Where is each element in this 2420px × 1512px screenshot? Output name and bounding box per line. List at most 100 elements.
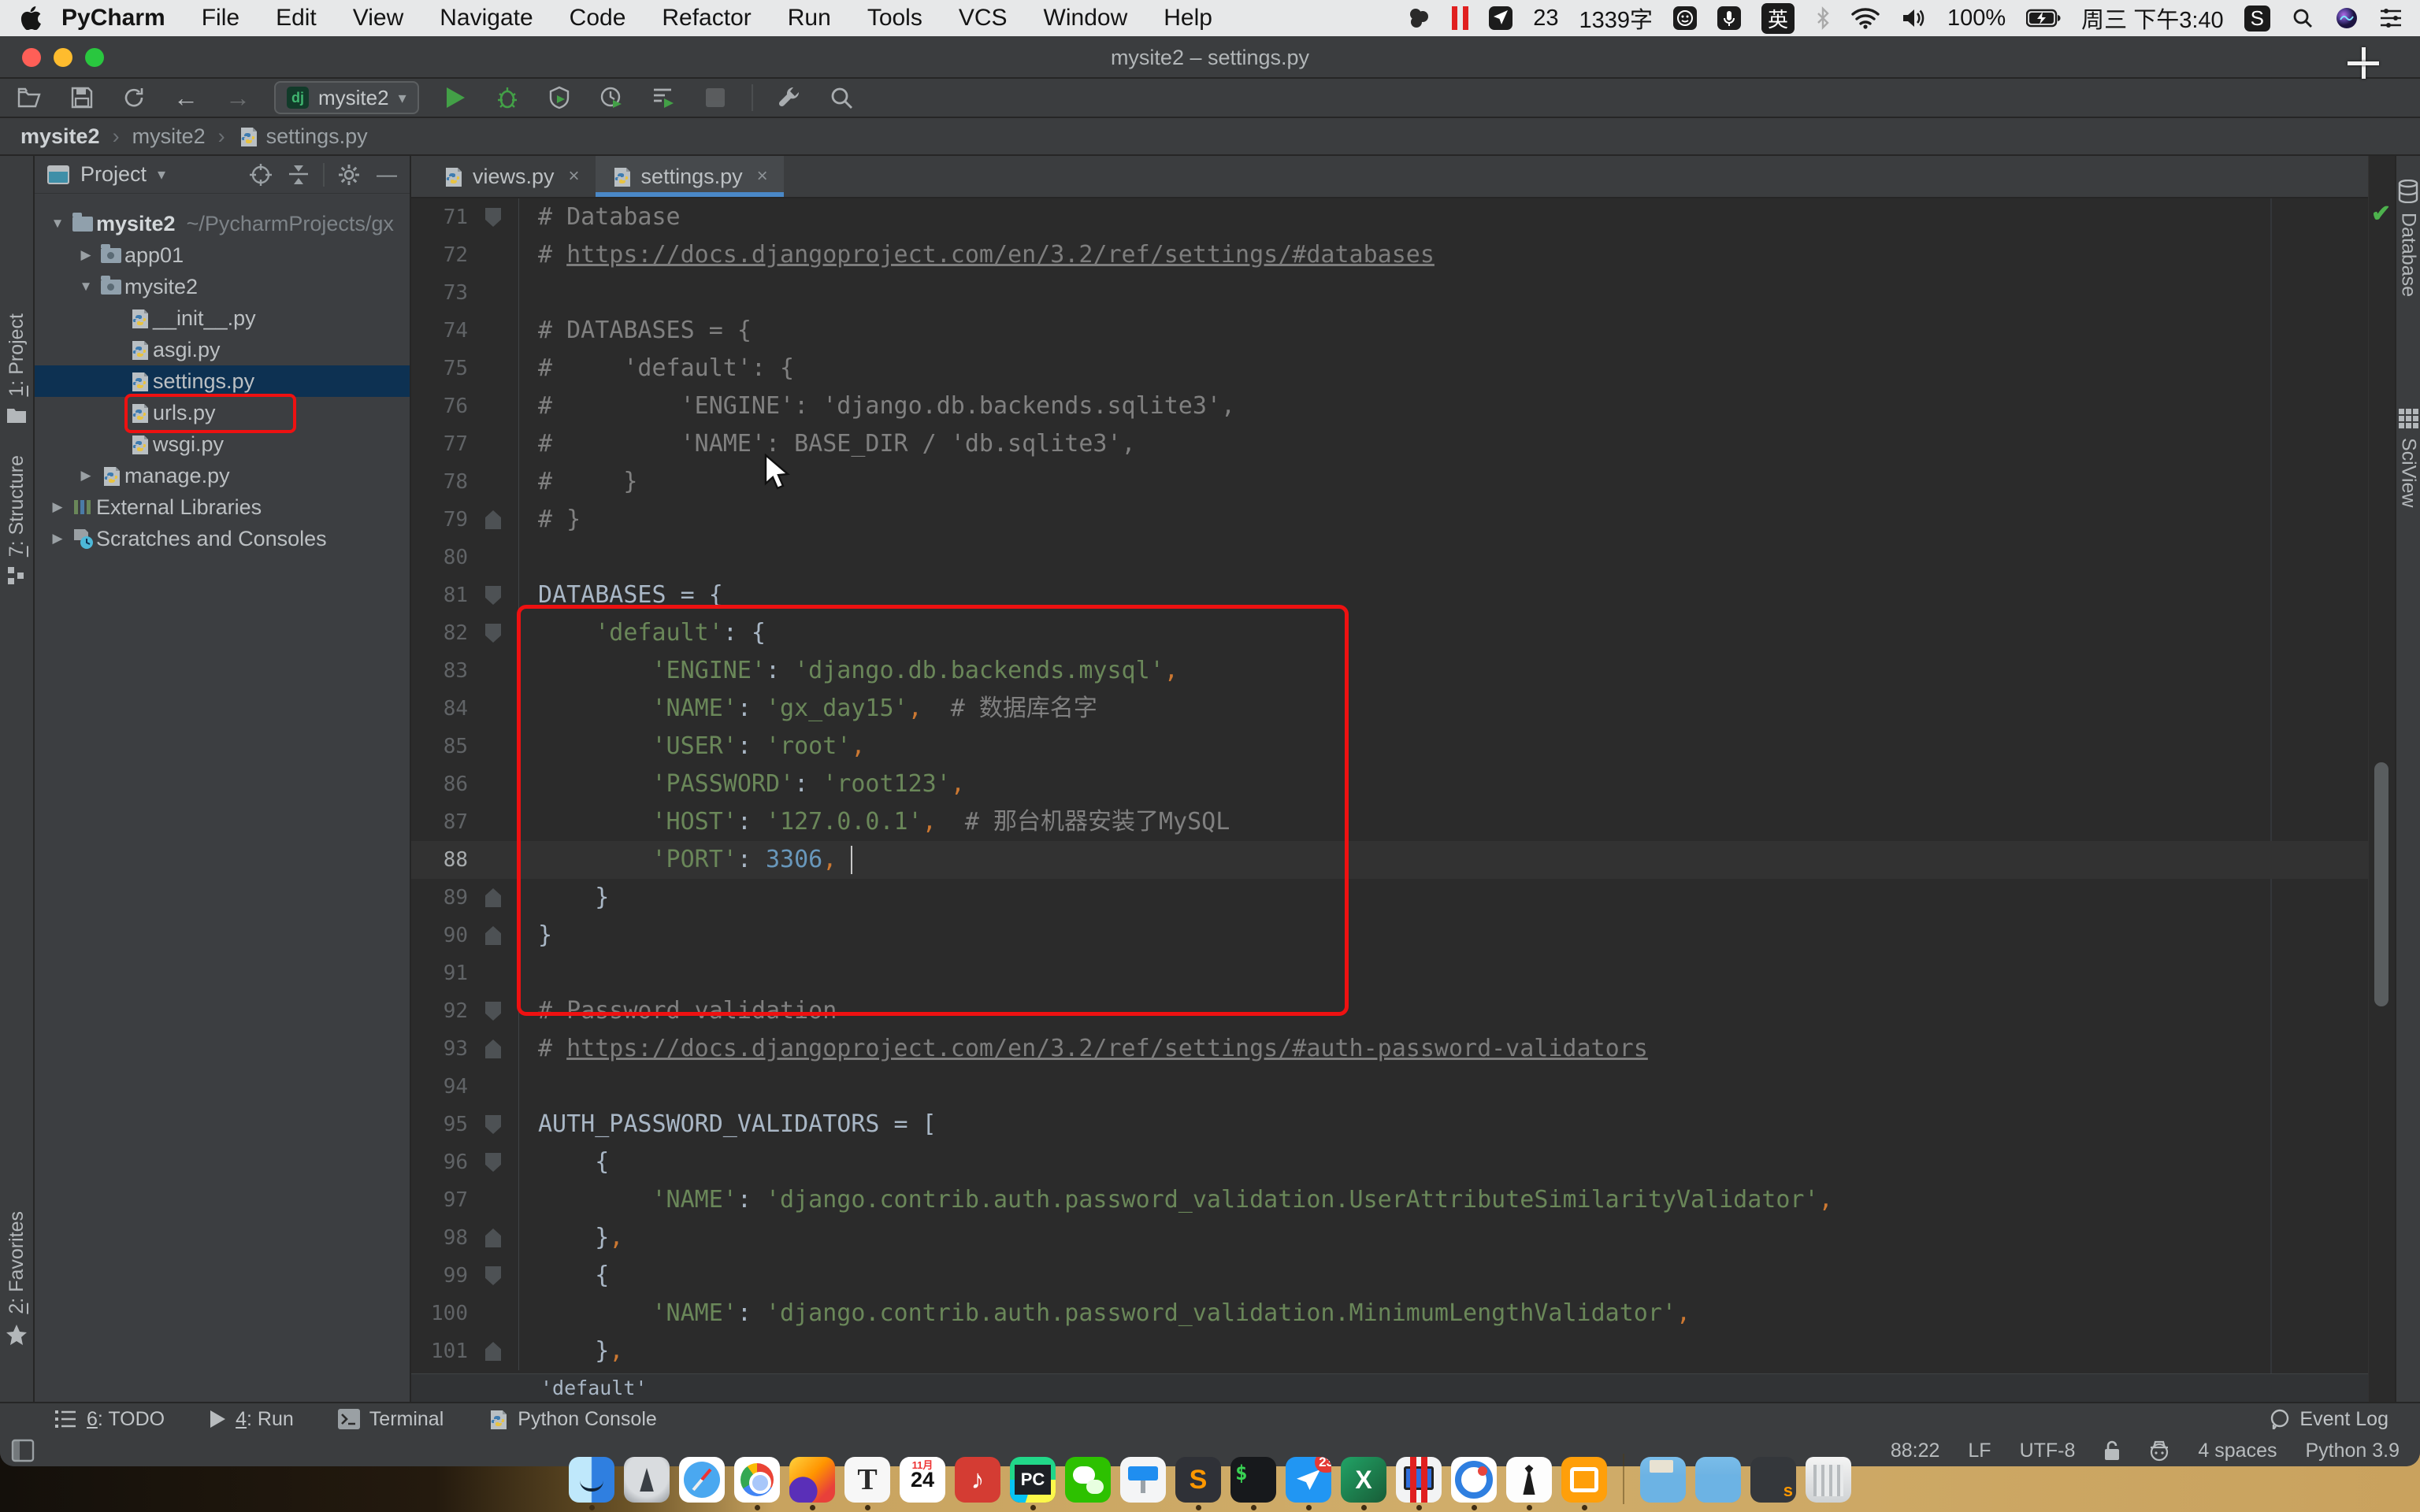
tree-expand-arrow[interactable]: ▼ bbox=[46, 216, 69, 232]
editor-breadcrumb-item[interactable]: 'default' bbox=[540, 1377, 647, 1399]
input-method-badge[interactable]: 英 bbox=[1761, 3, 1795, 34]
code-line-72[interactable]: 72# https://docs.djangoproject.com/en/3.… bbox=[411, 236, 2368, 274]
menu-item-refactor[interactable]: Refactor bbox=[662, 5, 751, 32]
dock-item-firefox[interactable] bbox=[789, 1457, 835, 1510]
tree-item-asgi-py[interactable]: asgi.py bbox=[35, 334, 410, 365]
bluetooth-icon[interactable] bbox=[1815, 6, 1831, 30]
fold-end-icon[interactable] bbox=[485, 926, 501, 945]
code-line-71[interactable]: 71# Database bbox=[411, 198, 2368, 236]
tree-item-settings-py[interactable]: settings.py bbox=[35, 365, 410, 397]
code-line-97[interactable]: 97 'NAME': 'django.contrib.auth.password… bbox=[411, 1181, 2368, 1219]
apple-menu-icon[interactable] bbox=[20, 6, 41, 30]
sync-refresh-icon[interactable] bbox=[118, 82, 150, 113]
tab-settings-py[interactable]: settings.py× bbox=[596, 156, 784, 197]
profiler-button[interactable] bbox=[596, 82, 627, 113]
microphone-icon[interactable] bbox=[1717, 6, 1741, 30]
debug-button[interactable] bbox=[492, 82, 523, 113]
run-with-coverage-button[interactable] bbox=[544, 82, 575, 113]
dock-item-alfred[interactable] bbox=[1506, 1457, 1552, 1510]
menu-item-edit[interactable]: Edit bbox=[276, 5, 317, 32]
breadcrumb-item[interactable]: mysite2 bbox=[132, 124, 206, 149]
back-navigation-icon[interactable]: ← bbox=[170, 82, 202, 113]
code-line-95[interactable]: 95AUTH_PASSWORD_VALIDATORS = [ bbox=[411, 1106, 2368, 1143]
dock-item-parallels[interactable] bbox=[1396, 1457, 1442, 1510]
menu-item-tools[interactable]: Tools bbox=[867, 5, 922, 32]
fold-start-icon[interactable] bbox=[485, 1115, 501, 1134]
tree-expand-arrow[interactable]: ▶ bbox=[46, 531, 69, 547]
tree-expand-arrow[interactable]: ▶ bbox=[74, 247, 98, 263]
code-line-89[interactable]: 89 } bbox=[411, 879, 2368, 917]
menu-item-file[interactable]: File bbox=[202, 5, 239, 32]
locate-file-icon[interactable] bbox=[247, 163, 274, 187]
code-line-94[interactable]: 94 bbox=[411, 1068, 2368, 1106]
code-line-82[interactable]: 82 'default': { bbox=[411, 614, 2368, 652]
code-line-99[interactable]: 99 { bbox=[411, 1257, 2368, 1295]
siri-icon[interactable] bbox=[2335, 6, 2359, 30]
tree-item-app01[interactable]: ▶app01 bbox=[35, 239, 410, 271]
dock-item-launchpad[interactable] bbox=[624, 1457, 670, 1510]
code-line-81[interactable]: 81DATABASES = { bbox=[411, 576, 2368, 614]
dock-item-finder[interactable] bbox=[569, 1457, 614, 1510]
fold-start-icon[interactable] bbox=[485, 208, 501, 227]
tree-item-mysite2[interactable]: ▼mysite2 bbox=[35, 271, 410, 302]
dock-item-trash[interactable] bbox=[1806, 1457, 1851, 1510]
fold-end-icon[interactable] bbox=[485, 1228, 501, 1247]
code-line-92[interactable]: 92# Password validation bbox=[411, 992, 2368, 1030]
open-folder-icon[interactable] bbox=[14, 82, 46, 113]
fold-end-icon[interactable] bbox=[485, 1342, 501, 1361]
code-line-80[interactable]: 80 bbox=[411, 539, 2368, 576]
menu-item-help[interactable]: Help bbox=[1164, 5, 1212, 32]
search-everywhere-icon[interactable] bbox=[826, 82, 857, 113]
run-with-parameters-button[interactable] bbox=[648, 82, 679, 113]
emoji-app-icon[interactable] bbox=[1673, 6, 1697, 30]
dock-item-calendar[interactable]: 2411月 bbox=[900, 1457, 945, 1510]
spotlight-search-icon[interactable] bbox=[2291, 6, 2314, 30]
editor-breadcrumb-bar[interactable]: 'default' bbox=[411, 1373, 2368, 1402]
fold-start-icon[interactable] bbox=[485, 586, 501, 605]
tree-item-manage-py[interactable]: ▶manage.py bbox=[35, 460, 410, 491]
menu-clock[interactable]: 周三 下午3:40 bbox=[2081, 2, 2224, 35]
dock-item-netease-music[interactable]: ♪ bbox=[955, 1457, 1000, 1510]
tree-item--init-py[interactable]: __init__.py bbox=[35, 302, 410, 334]
tree-expand-arrow[interactable]: ▶ bbox=[46, 499, 69, 515]
code-line-90[interactable]: 90} bbox=[411, 917, 2368, 954]
dock-item-excel[interactable]: X bbox=[1341, 1457, 1386, 1510]
dock-item-folder-docs[interactable] bbox=[1640, 1457, 1686, 1510]
code-line-86[interactable]: 86 'PASSWORD': 'root123', bbox=[411, 765, 2368, 803]
menu-item-navigate[interactable]: Navigate bbox=[440, 5, 533, 32]
recording-pause-icon[interactable] bbox=[1452, 6, 1468, 30]
dock-item-keynote[interactable] bbox=[1120, 1457, 1166, 1510]
code-line-84[interactable]: 84 'NAME': 'gx_day15', # 数据库名字 bbox=[411, 690, 2368, 728]
dingtalk-menu-icon[interactable] bbox=[1489, 6, 1512, 30]
fold-start-icon[interactable] bbox=[485, 1153, 501, 1172]
tool-window-button-structure[interactable]: 7: Structure bbox=[0, 455, 33, 585]
code-line-79[interactable]: 79# } bbox=[411, 501, 2368, 539]
dock-item-tv-app[interactable] bbox=[1561, 1457, 1607, 1510]
wrench-settings-icon[interactable] bbox=[774, 82, 805, 113]
run-configuration-selector[interactable]: dj mysite2 ▾ bbox=[274, 81, 419, 114]
close-tab-icon[interactable]: × bbox=[569, 165, 580, 187]
editor-scrollbar-thumb[interactable] bbox=[2374, 762, 2388, 1006]
code-line-85[interactable]: 85 'USER': 'root', bbox=[411, 728, 2368, 765]
tool-window-button-database[interactable]: Database bbox=[2396, 180, 2420, 297]
code-line-75[interactable]: 75# 'default': { bbox=[411, 350, 2368, 387]
breadcrumb-item[interactable]: mysite2 bbox=[20, 124, 100, 149]
code-line-96[interactable]: 96 { bbox=[411, 1143, 2368, 1181]
stop-button[interactable] bbox=[700, 82, 731, 113]
code-line-83[interactable]: 83 'ENGINE': 'django.db.backends.mysql', bbox=[411, 652, 2368, 690]
code-line-93[interactable]: 93# https://docs.djangoproject.com/en/3.… bbox=[411, 1030, 2368, 1068]
tool-window-button-sciview[interactable]: SciView bbox=[2396, 408, 2420, 507]
breadcrumb-item[interactable]: settings.py bbox=[238, 124, 368, 149]
toolwindow-button-terminal[interactable]: Terminal bbox=[338, 1408, 444, 1431]
code-line-76[interactable]: 76# 'ENGINE': 'django.db.backends.sqlite… bbox=[411, 387, 2368, 425]
dock-item-folder[interactable] bbox=[1695, 1457, 1741, 1510]
tree-item-urls-py[interactable]: urls.py bbox=[35, 397, 410, 428]
save-all-icon[interactable] bbox=[66, 82, 98, 113]
tree-item-mysite2[interactable]: ▼mysite2~/PycharmProjects/gx bbox=[35, 208, 410, 239]
volume-icon[interactable] bbox=[1900, 7, 1927, 29]
fold-end-icon[interactable] bbox=[485, 1040, 501, 1058]
tool-window-button-favorites[interactable]: 2: Favorites bbox=[0, 1211, 33, 1346]
menu-item-vcs[interactable]: VCS bbox=[959, 5, 1008, 32]
sogou-input-icon[interactable]: S bbox=[2244, 6, 2270, 32]
dock-item-sublime-text[interactable]: S bbox=[1175, 1457, 1221, 1510]
